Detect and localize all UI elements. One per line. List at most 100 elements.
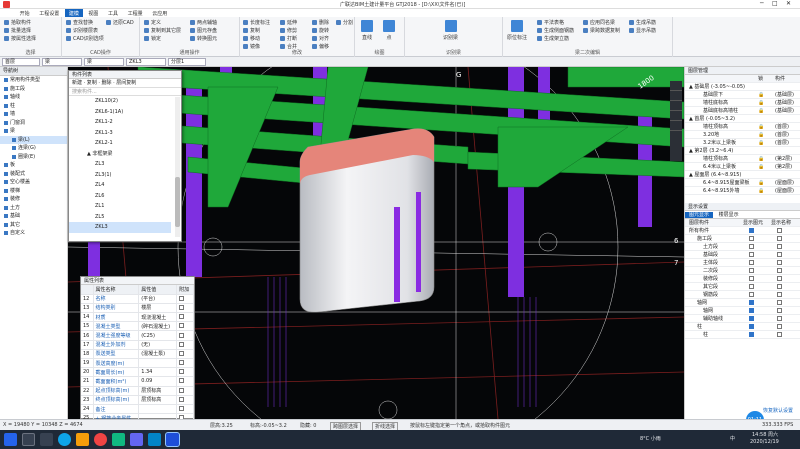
lock-icon[interactable]: 🔒 [758, 139, 764, 147]
show-element-checkbox[interactable] [749, 236, 754, 241]
gtj-app-icon[interactable] [165, 432, 180, 447]
nav-item[interactable]: 自定义 [0, 229, 67, 238]
copy-to-layer-button[interactable]: 复制到其它层 [144, 27, 181, 34]
recognize-floor-table-button[interactable]: 识别楼层表 [66, 27, 98, 34]
property-value[interactable]: 1.34 [138, 367, 178, 378]
extra-checkbox[interactable] [179, 332, 185, 338]
layer-row[interactable]: 基础底标高墙柱 🔒 (基础层) [685, 107, 800, 115]
component-item[interactable]: ZL5 [69, 212, 181, 223]
nav-item[interactable]: 常用构件类型 [0, 76, 67, 85]
delete-button[interactable]: 删除 [312, 19, 329, 26]
edge-icon[interactable] [58, 433, 71, 446]
nav-item[interactable]: 基础 [0, 212, 67, 221]
property-value[interactable]: (碎石混凝土) [138, 321, 178, 332]
zoom-icon[interactable] [670, 101, 682, 111]
show-hanger-button[interactable]: 显示吊筋 [629, 27, 656, 34]
component-item[interactable]: ZKL1-2 [69, 117, 181, 128]
view-cube-icon[interactable] [670, 81, 682, 91]
side-rebar-button[interactable]: 生成侧面钢筋 [537, 27, 574, 34]
property-row[interactable]: 18 泵送类型 (混凝土泵) [81, 349, 194, 360]
language-indicator[interactable]: 中 [730, 436, 735, 442]
flat-table-button[interactable]: 平法表格 [537, 19, 564, 26]
component-item[interactable]: ZL4 [69, 180, 181, 191]
nav-item[interactable]: 空心楼盖 [0, 178, 67, 187]
layer-row[interactable]: 墙柱底标高 🔒 (基础层) [685, 99, 800, 107]
show-name-checkbox[interactable] [777, 332, 782, 337]
lock-icon[interactable]: 🔒 [758, 123, 764, 131]
property-value[interactable]: 现浇混凝土 [138, 312, 178, 323]
display-row[interactable]: 轴网 [685, 307, 800, 315]
show-name-checkbox[interactable] [777, 252, 782, 257]
select-by-property-button[interactable]: 按属性选择 [4, 35, 36, 42]
layer-row[interactable]: ▲ 首层 (-0.05~3.2) [685, 115, 800, 123]
nav-item[interactable]: 楼梯 [0, 187, 67, 196]
minimize-icon[interactable]: ─ [760, 0, 764, 7]
component-item[interactable]: ZL3 [69, 159, 181, 170]
task-view-icon[interactable] [40, 433, 53, 446]
lock-button[interactable]: 锁定 [144, 35, 161, 42]
nav-item[interactable]: 门窗洞 [0, 119, 67, 128]
lock-icon[interactable]: 🔒 [758, 179, 764, 187]
restore-cad-button[interactable]: 还原CAD [106, 19, 134, 26]
property-row[interactable]: 14 材质 现浇混凝土 [81, 312, 194, 323]
show-name-checkbox[interactable] [777, 316, 782, 321]
lock-icon[interactable]: 🔒 [758, 131, 764, 139]
file-explorer-icon[interactable] [76, 433, 89, 446]
property-row[interactable]: 12 名称 (平台) [81, 294, 194, 304]
nav-item[interactable]: 墙 [0, 110, 67, 119]
property-row[interactable]: 22 起点顶标高(m) 层顶标高 [81, 386, 194, 396]
show-name-checkbox[interactable] [777, 276, 782, 281]
type-select[interactable]: 梁 [84, 58, 124, 66]
tab-element-display[interactable]: 图元显示 [685, 212, 714, 218]
show-name-checkbox[interactable] [777, 228, 782, 233]
show-name-checkbox[interactable] [777, 236, 782, 241]
display-row[interactable]: 轴网 [685, 299, 800, 307]
show-name-checkbox[interactable] [777, 244, 782, 249]
search-icon[interactable] [22, 433, 35, 446]
extra-checkbox[interactable] [179, 350, 185, 356]
component-item[interactable]: ZKL3 [69, 222, 171, 233]
lock-icon[interactable]: 🔒 [758, 91, 764, 99]
display-row[interactable]: 装修段 [685, 275, 800, 283]
rotate-view-icon[interactable] [670, 91, 682, 101]
lock-icon[interactable]: 🔒 [758, 163, 764, 171]
display-row[interactable]: 基础段 [685, 251, 800, 259]
nav-item[interactable]: 装配式 [0, 170, 67, 179]
component-toolbar[interactable]: 新建 · 复制 · 删除 · 层间复制 [69, 79, 181, 88]
maximize-icon[interactable]: □ [772, 0, 778, 7]
show-name-checkbox[interactable] [777, 292, 782, 297]
inplace-annotation-button[interactable]: 原位标注 [507, 20, 527, 41]
property-value[interactable]: (平台) [138, 294, 178, 304]
show-element-checkbox[interactable] [749, 252, 754, 257]
layer-row[interactable]: 基础层下 🔒 (基础层) [685, 91, 800, 99]
lock-icon[interactable]: 🔒 [758, 107, 764, 115]
selected-column[interactable] [299, 128, 435, 313]
display-row[interactable]: 所有构件 [685, 227, 800, 235]
layer-row[interactable]: ▲ 屋面层 (6.4~8.915) [685, 171, 800, 179]
show-element-checkbox[interactable] [749, 268, 754, 273]
nav-item[interactable]: 施工段 [0, 85, 67, 94]
property-row[interactable]: 17 混凝土外加剂 (无) [81, 340, 194, 350]
pick-component-button[interactable]: 拾取构件 [4, 19, 31, 26]
nav-item[interactable]: 连梁(G) [0, 144, 67, 153]
show-name-checkbox[interactable] [777, 324, 782, 329]
property-value[interactable]: 层顶标高 [138, 395, 178, 405]
batch-select-button[interactable]: 批量选择 [4, 27, 31, 34]
property-value[interactable] [138, 404, 178, 415]
layer-row[interactable]: 墙柱顶标高 🔒 (第2层) [685, 155, 800, 163]
show-element-checkbox[interactable] [749, 308, 754, 313]
close-icon[interactable]: ✕ [786, 0, 791, 7]
property-value[interactable]: (C25) [138, 330, 178, 341]
property-value[interactable]: 层顶标高 [138, 386, 178, 396]
save-element-button[interactable]: 图元存盘 [190, 27, 217, 34]
component-search-input[interactable]: 搜索构件... [69, 88, 181, 96]
extra-checkbox[interactable] [179, 369, 185, 375]
property-value[interactable] [138, 358, 178, 369]
extra-checkbox[interactable] [179, 378, 185, 384]
layer-row[interactable]: ▲ 第2层 (3.2~6.4) [685, 147, 800, 155]
fit-view-icon[interactable] [670, 121, 682, 131]
display-row[interactable]: 主体段 [685, 259, 800, 267]
clock-time[interactable]: 14:58 周六 [752, 432, 778, 438]
cad-options-button[interactable]: CAD识别选项 [66, 35, 104, 42]
app-icon-3[interactable] [148, 433, 161, 446]
